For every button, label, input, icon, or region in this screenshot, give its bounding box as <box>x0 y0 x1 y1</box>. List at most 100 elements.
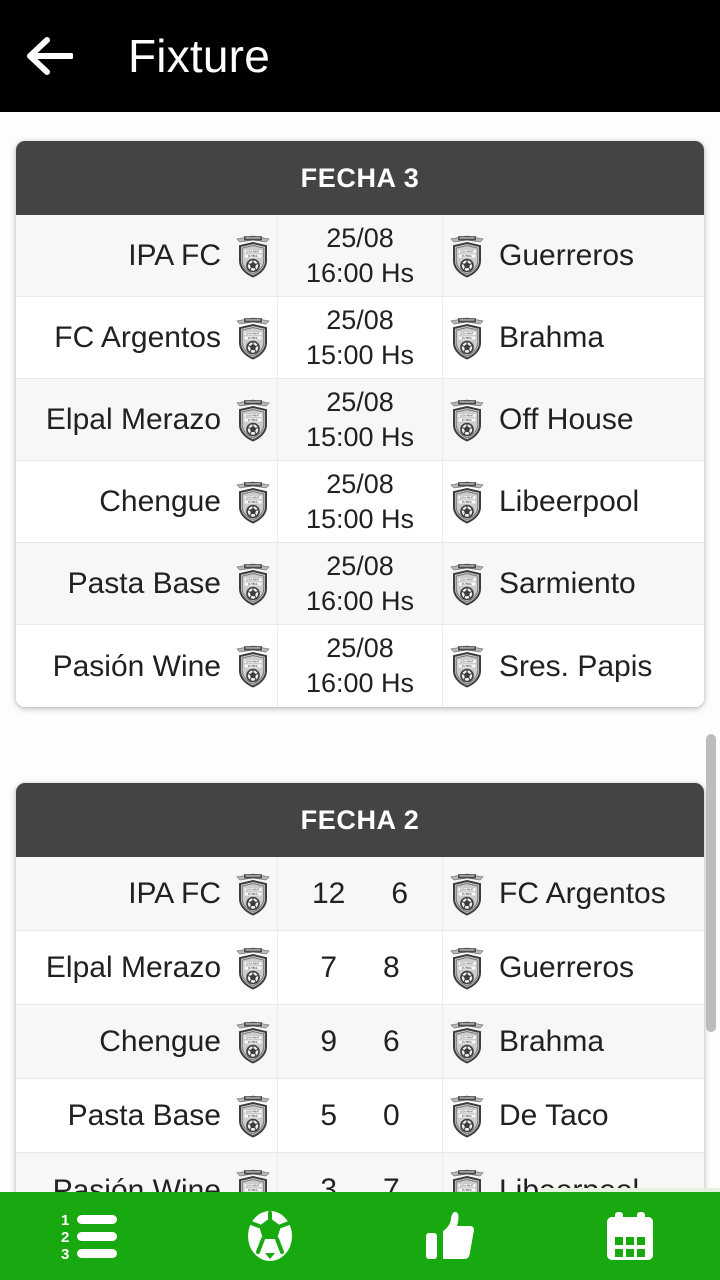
svg-text:LIGA AMAT.: LIGA AMAT. <box>460 1035 474 1039</box>
rounds-container: FECHA 3 IPA FC LIGA AMAT. FUTBOL 25/08 16:… <box>0 141 720 1192</box>
nav-item-tabla-posiciones[interactable]: 1 2 3 <box>0 1192 180 1280</box>
svg-text:FUTBOL: FUTBOL <box>248 1114 259 1118</box>
svg-text:FUTBOL: FUTBOL <box>462 1114 473 1118</box>
home-score: 5 <box>320 1098 337 1132</box>
svg-text:LIGA AMAT.: LIGA AMAT. <box>460 331 474 335</box>
svg-text:FUTBOL: FUTBOL <box>462 500 473 504</box>
team-crest-icon: LIGA AMAT. FUTBOL <box>235 1093 271 1139</box>
match-time: 15:00 Hs <box>305 339 415 370</box>
back-button[interactable] <box>16 22 84 90</box>
home-score: 12 <box>311 876 346 910</box>
svg-text:LIGA AMAT.: LIGA AMAT. <box>246 887 260 891</box>
round-header: FECHA 3 <box>16 141 704 215</box>
team-crest-icon: LIGA AMAT. FUTBOL <box>235 871 271 917</box>
calendar-icon <box>603 1209 657 1263</box>
match-row[interactable]: Pasión Wine LIGA AMAT. FUTBOL 37 LIGA AM… <box>16 1153 704 1192</box>
svg-text:LIGA AMAT.: LIGA AMAT. <box>460 660 474 664</box>
team-crest-icon: LIGA AMAT. FUTBOL <box>235 1019 271 1065</box>
team-crest-icon: LIGA AMAT. FUTBOL <box>449 871 485 917</box>
away-team-cell: LIGA AMAT. FUTBOL Guerreros <box>443 945 704 991</box>
team-crest-icon: LIGA AMAT. FUTBOL <box>449 1167 485 1192</box>
team-crest-icon: LIGA AMAT. FUTBOL <box>235 233 271 279</box>
svg-text:FUTBOL: FUTBOL <box>462 966 473 970</box>
svg-text:1: 1 <box>61 1212 69 1229</box>
match-row[interactable]: Elpal Merazo LIGA AMAT. FUTBOL 78 LIGA A… <box>16 931 704 1005</box>
match-row[interactable]: Chengue LIGA AMAT. FUTBOL 25/08 15:00 Hs … <box>16 461 704 543</box>
away-score: 6 <box>391 876 409 910</box>
match-score-cell: 78 <box>277 931 443 1004</box>
match-row[interactable]: FC Argentos LIGA AMAT. FUTBOL 25/08 15:00… <box>16 297 704 379</box>
away-score: 7 <box>383 1173 400 1192</box>
home-score: 7 <box>320 950 337 984</box>
home-team-name: Pasta Base <box>67 1099 221 1132</box>
team-crest-icon: LIGA AMAT. FUTBOL <box>449 1019 485 1065</box>
team-crest-icon: LIGA AMAT. FUTBOL <box>449 945 485 991</box>
svg-text:FUTBOL: FUTBOL <box>248 1040 259 1044</box>
svg-text:FUTBOL: FUTBOL <box>462 664 473 668</box>
away-team-name: Libeerpool <box>499 485 640 518</box>
home-team-cell: Elpal Merazo LIGA AMAT. FUTBOL <box>16 945 277 991</box>
away-team-name: Brahma <box>499 1025 605 1058</box>
match-score-cell: 50 <box>277 1079 443 1152</box>
home-team-name: Chengue <box>99 1025 221 1058</box>
away-score: 0 <box>383 1098 400 1132</box>
away-team-name: Sres. Papis <box>499 649 653 683</box>
svg-text:LIGA AMAT.: LIGA AMAT. <box>460 961 474 965</box>
round-card: FECHA 2 IPA FC LIGA AMAT. FUTBOL 12 6 LIGA… <box>16 783 704 1192</box>
home-team-cell: IPA FC LIGA AMAT. FUTBOL <box>16 871 277 917</box>
svg-text:LIGA AMAT.: LIGA AMAT. <box>246 1035 260 1039</box>
nav-item-partidos[interactable] <box>180 1192 360 1280</box>
svg-text:3: 3 <box>61 1246 69 1260</box>
home-team-cell: Pasión Wine LIGA AMAT. FUTBOL <box>16 643 277 689</box>
match-datetime-cell: 25/08 16:00 Hs <box>277 625 443 707</box>
match-date: 25/08 <box>326 386 394 417</box>
fixture-scroll-area[interactable]: FECHA 3 IPA FC LIGA AMAT. FUTBOL 25/08 16:… <box>0 112 720 1192</box>
match-datetime-cell: 25/08 16:00 Hs <box>277 215 443 296</box>
app-bar: Fixture <box>0 0 720 112</box>
team-crest-icon: LIGA AMAT. FUTBOL <box>235 1167 271 1192</box>
away-team-cell: LIGA AMAT. FUTBOL Off House <box>443 397 704 443</box>
team-crest-icon: LIGA AMAT. FUTBOL <box>235 397 271 443</box>
match-row[interactable]: IPA FC LIGA AMAT. FUTBOL 12 6 LIGA AMAT. … <box>16 857 704 931</box>
svg-text:LIGA AMAT.: LIGA AMAT. <box>246 495 260 499</box>
match-row[interactable]: Pasta Base LIGA AMAT. FUTBOL 50 LIGA AMA… <box>16 1079 704 1153</box>
match-time: 16:00 Hs <box>305 668 415 698</box>
match-date: 25/08 <box>326 468 394 499</box>
match-row[interactable]: Pasión Wine LIGA AMAT. FUTBOL 25/08 16:00… <box>16 625 704 707</box>
round-header: FECHA 2 <box>16 783 704 857</box>
svg-text:2: 2 <box>61 1229 69 1246</box>
match-row[interactable]: IPA FC LIGA AMAT. FUTBOL 25/08 16:00 Hs L… <box>16 215 704 297</box>
svg-text:LIGA AMAT.: LIGA AMAT. <box>246 961 260 965</box>
match-row[interactable]: Pasta Base LIGA AMAT. FUTBOL 25/08 16:00 … <box>16 543 704 625</box>
page-title: Fixture <box>128 30 270 82</box>
away-score: 8 <box>383 950 400 984</box>
match-datetime-cell: 25/08 16:00 Hs <box>277 543 443 624</box>
away-team-name: De Taco <box>499 1099 609 1132</box>
nav-item-votaciones[interactable] <box>360 1192 540 1280</box>
home-team-name: Pasta Base <box>67 567 221 600</box>
match-row[interactable]: Elpal Merazo LIGA AMAT. FUTBOL 25/08 15:0… <box>16 379 704 461</box>
svg-text:LIGA AMAT.: LIGA AMAT. <box>460 887 474 891</box>
home-team-cell: Chengue LIGA AMAT. FUTBOL <box>16 1019 277 1065</box>
svg-text:FUTBOL: FUTBOL <box>462 418 473 422</box>
svg-text:FUTBOL: FUTBOL <box>248 892 259 896</box>
match-date: 25/08 <box>326 304 394 335</box>
match-score-cell: 12 6 <box>277 857 443 930</box>
match-time: 15:00 Hs <box>305 421 415 452</box>
svg-text:FUTBOL: FUTBOL <box>462 336 473 340</box>
bottom-navigation-bar: 1 2 3 <box>0 1188 720 1280</box>
match-time: 16:00 Hs <box>305 257 415 288</box>
match-row[interactable]: Chengue LIGA AMAT. FUTBOL 96 LIGA AMAT. … <box>16 1005 704 1079</box>
match-time: 16:00 Hs <box>305 585 415 616</box>
svg-text:FUTBOL: FUTBOL <box>248 254 259 258</box>
svg-text:FUTBOL: FUTBOL <box>462 582 473 586</box>
svg-text:LIGA AMAT.: LIGA AMAT. <box>246 660 260 664</box>
round-title: FECHA 3 <box>300 162 420 193</box>
team-crest-icon: LIGA AMAT. FUTBOL <box>449 397 485 443</box>
away-team-cell: LIGA AMAT. FUTBOL Brahma <box>443 315 704 361</box>
team-crest-icon: LIGA AMAT. FUTBOL <box>235 315 271 361</box>
away-team-name: Guerreros <box>499 951 635 984</box>
arrow-left-icon <box>27 36 73 76</box>
nav-item-fixture[interactable] <box>540 1192 720 1280</box>
team-crest-icon: LIGA AMAT. FUTBOL <box>449 643 485 689</box>
